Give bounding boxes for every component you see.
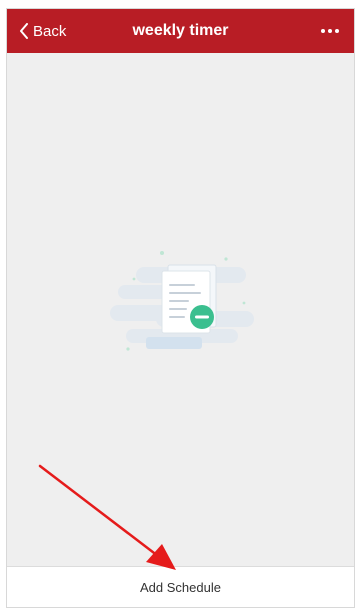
empty-document-illustration [110,251,254,351]
chevron-left-icon [20,23,28,39]
add-schedule-label: Add Schedule [140,579,221,595]
add-schedule-button[interactable]: Add Schedule [7,566,354,607]
more-dots-icon [321,29,339,33]
more-button[interactable] [316,9,344,53]
app-screen: Back weekly timer Add Schedule [6,8,355,608]
back-label: Back [33,22,67,40]
back-button[interactable]: Back [19,9,66,53]
schedule-list-area [7,53,354,567]
navigation-bar: Back weekly timer [7,9,354,53]
